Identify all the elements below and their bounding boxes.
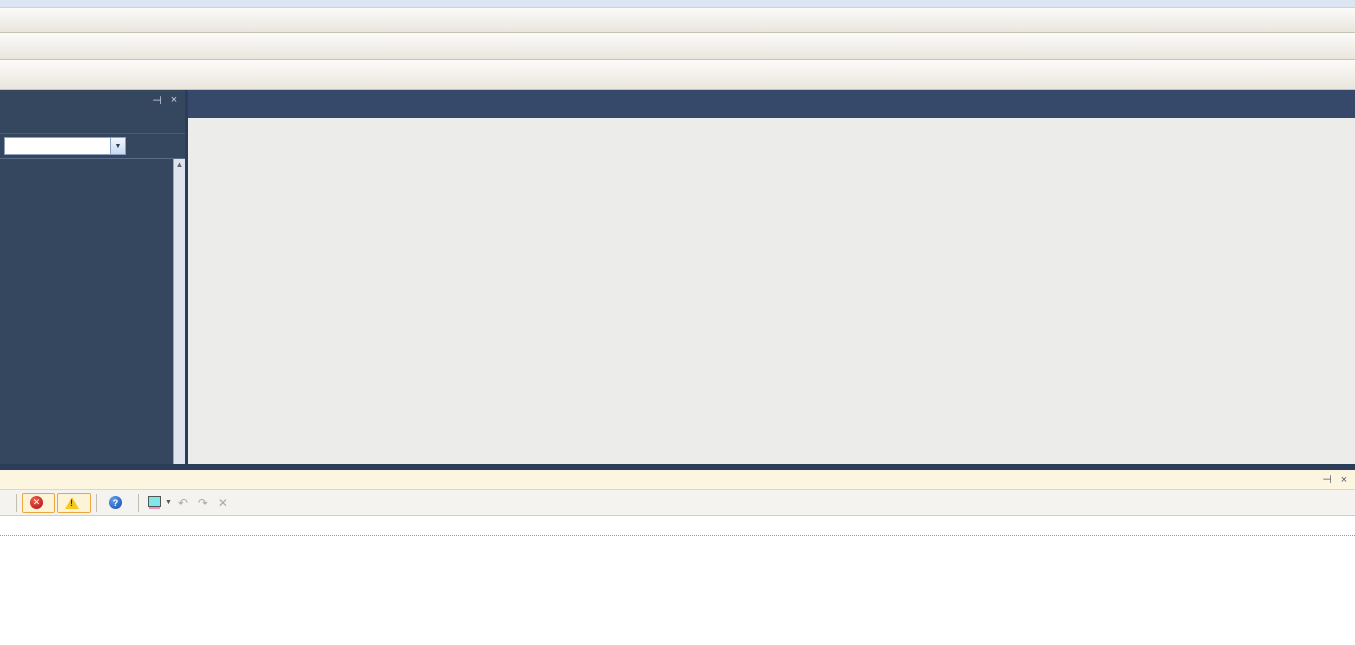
warning-icon: [65, 497, 79, 509]
chevron-down-icon[interactable]: ▼: [110, 138, 125, 154]
output-titlebar: ⊣ ×: [0, 470, 1355, 490]
chevron-down-icon[interactable]: ▼: [165, 499, 172, 506]
error-icon: ✕: [30, 496, 43, 509]
jump-previous-icon[interactable]: ↶: [174, 496, 192, 510]
navigation-filter-row: ▼: [0, 134, 185, 158]
clear-output-icon[interactable]: ✕: [214, 496, 232, 510]
close-icon[interactable]: ×: [1337, 473, 1351, 487]
tree-scrollbar[interactable]: ▲: [173, 159, 185, 464]
error-filter-button[interactable]: ✕: [22, 493, 55, 513]
information-icon: ?: [109, 496, 122, 509]
jump-next-icon[interactable]: ↷: [194, 496, 212, 510]
project-tree: [0, 159, 173, 464]
main-area: ⊣ × ▼ ▲: [0, 90, 1355, 470]
navigation-toolbar: [0, 110, 185, 134]
warning-filter-button[interactable]: [57, 493, 91, 513]
workspace: [185, 90, 1355, 464]
close-icon[interactable]: ×: [167, 93, 181, 107]
navigation-panel: ⊣ × ▼ ▲: [0, 90, 185, 464]
tree-filter-combo[interactable]: ▼: [4, 137, 126, 155]
menu-bar: [0, 0, 1355, 8]
scroll-up-icon[interactable]: ▲: [176, 159, 184, 171]
ladder-editor[interactable]: [188, 118, 1355, 464]
output-toolbar: ✕ ? ▼ ↶ ↷ ✕: [0, 490, 1355, 516]
document-tabstrip: [188, 90, 1355, 118]
main-toolbar: [0, 8, 1355, 33]
output-panel: ⊣ × ✕ ? ▼ ↶ ↷ ✕: [0, 470, 1355, 645]
highlight-color-icon[interactable]: [148, 496, 161, 507]
information-filter-button[interactable]: ?: [102, 493, 133, 513]
view-toolbar: [0, 33, 1355, 60]
output-table-header: [0, 516, 1355, 536]
pin-icon[interactable]: ⊣: [150, 93, 164, 107]
ladder-symbol-toolbar: [0, 60, 1355, 90]
navigation-titlebar: ⊣ ×: [0, 90, 185, 110]
pin-icon[interactable]: ⊣: [1320, 473, 1334, 487]
